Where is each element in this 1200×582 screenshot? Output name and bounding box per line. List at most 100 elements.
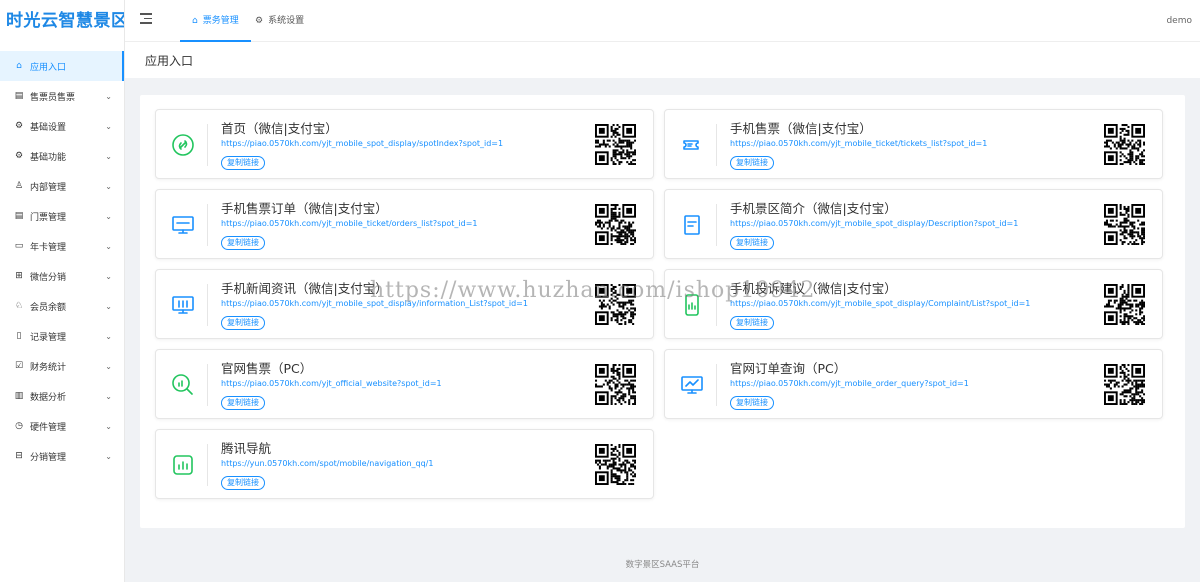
chevron-down-icon: ⌄ — [105, 151, 112, 161]
app-logo: 时光云智慧景区 — [6, 11, 124, 31]
page-header: 应用入口 — [125, 42, 1200, 78]
copy-link-button[interactable]: 复制链接 — [730, 396, 774, 410]
app-entry-card: 手机新闻资讯（微信|支付宝） https://piao.0570kh.com/y… — [155, 269, 654, 339]
card-url[interactable]: https://piao.0570kh.com/yjt_mobile_ticke… — [730, 139, 987, 148]
sidebar-item-label: 内部管理 — [30, 182, 67, 193]
sidebar-item-9[interactable]: ▯ 记录管理 ⌄ — [0, 321, 124, 351]
copy-link-button[interactable]: 复制链接 — [221, 156, 265, 170]
card-title: 首页（微信|支付宝） — [221, 121, 338, 136]
card-title: 官网订单查询（PC） — [730, 361, 847, 376]
sidebar-item-label: 数据分析 — [30, 392, 67, 403]
copy-link-button[interactable]: 复制链接 — [221, 316, 265, 330]
link-icon — [170, 132, 196, 158]
app-entry-card: 官网售票（PC） https://piao.0570kh.com/yjt_off… — [155, 349, 654, 419]
card-url[interactable]: https://piao.0570kh.com/yjt_mobile_spot_… — [730, 219, 1018, 228]
sidebar-menu: ⌂ 应用入口 ▤ 售票员售票 ⌄ ⚙ 基础设置 ⌄ ⚙ 基础功能 ⌄ ♙ 内部管理 ⌄ ▤ 门票管理 ⌄ ▭ 年卡管… — [0, 51, 124, 471]
sidebar-item-12[interactable]: ◷ 硬件管理 ⌄ — [0, 411, 124, 441]
gear-icon: ⚙ — [255, 16, 264, 26]
copy-link-button[interactable]: 复制链接 — [221, 236, 265, 250]
sidebar: 时光云智慧景区 ⌂ 应用入口 ▤ 售票员售票 ⌄ ⚙ 基础设置 ⌄ ⚙ 基础功能 ⌄ ♙ 内部管理 ⌄ ▤ 门… — [0, 0, 125, 582]
document-icon — [679, 212, 705, 238]
users-icon: ♘ — [14, 301, 24, 311]
sidebar-item-3[interactable]: ⚙ 基础功能 ⌄ — [0, 141, 124, 171]
chevron-down-icon: ⌄ — [105, 301, 112, 311]
chevron-down-icon: ⌄ — [105, 331, 112, 341]
sidebar-item-2[interactable]: ⚙ 基础设置 ⌄ — [0, 111, 124, 141]
search-chart-icon — [170, 372, 196, 398]
tab-system-settings[interactable]: ⚙ 系统设置 — [253, 0, 306, 42]
divider — [716, 364, 717, 406]
sidebar-item-8[interactable]: ♘ 会员余额 ⌄ — [0, 291, 124, 321]
sidebar-item-10[interactable]: ☑ 财务统计 ⌄ — [0, 351, 124, 381]
network-icon: ⊞ — [15, 271, 23, 281]
sitemap-icon: ⊟ — [15, 451, 23, 461]
qr-code-icon — [1104, 364, 1146, 406]
app-entry-card: 手机投诉建议（微信|支付宝） https://piao.0570kh.com/y… — [664, 269, 1163, 339]
card-icon: ▭ — [14, 241, 24, 251]
sidebar-item-6[interactable]: ▭ 年卡管理 ⌄ — [0, 231, 124, 261]
ticket-icon — [679, 132, 705, 158]
card-url[interactable]: https://piao.0570kh.com/yjt_mobile_spot_… — [730, 299, 1030, 308]
chevron-down-icon: ⌄ — [105, 391, 112, 401]
chevron-down-icon: ⌄ — [105, 91, 112, 101]
sidebar-item-7[interactable]: ⊞ 微信分销 ⌄ — [0, 261, 124, 291]
document-icon: ▯ — [16, 331, 22, 341]
copy-link-button[interactable]: 复制链接 — [221, 396, 265, 410]
sidebar-item-label: 微信分销 — [30, 272, 67, 283]
sidebar-item-label: 会员余额 — [30, 302, 67, 313]
ticket-icon: ▤ — [14, 211, 24, 221]
card-url[interactable]: https://piao.0570kh.com/yjt_mobile_spot_… — [221, 139, 503, 148]
home-icon: ⌂ — [16, 61, 22, 71]
monitor-icon — [170, 212, 196, 238]
user-icon: ♙ — [14, 181, 24, 191]
card-url[interactable]: https://piao.0570kh.com/yjt_mobile_spot_… — [221, 299, 528, 308]
copy-link-button[interactable]: 复制链接 — [730, 236, 774, 250]
monitor-chart-icon — [170, 292, 196, 318]
qr-code-icon — [595, 204, 637, 246]
copy-link-button[interactable]: 复制链接 — [730, 156, 774, 170]
app-entry-card: 手机景区简介（微信|支付宝） https://piao.0570kh.com/y… — [664, 189, 1163, 259]
card-title: 手机新闻资讯（微信|支付宝） — [221, 281, 388, 296]
check-square-icon: ☑ — [14, 361, 24, 371]
sidebar-item-label: 财务统计 — [30, 362, 67, 373]
copy-link-button[interactable]: 复制链接 — [221, 476, 265, 490]
card-url[interactable]: https://piao.0570kh.com/yjt_mobile_ticke… — [221, 219, 478, 228]
footer-text: 数字景区SAAS平台 — [625, 560, 700, 570]
gear-icon: ⚙ — [14, 151, 24, 161]
divider — [716, 284, 717, 326]
tab-ticket-management[interactable]: ⌂ 票务管理 — [180, 0, 251, 42]
card-url[interactable]: https://piao.0570kh.com/yjt_mobile_order… — [730, 379, 969, 388]
sidebar-item-label: 基础设置 — [30, 122, 67, 133]
sidebar-item-4[interactable]: ♙ 内部管理 ⌄ — [0, 171, 124, 201]
sidebar-item-label: 应用入口 — [30, 62, 67, 73]
divider — [207, 204, 208, 246]
copy-link-button[interactable]: 复制链接 — [730, 316, 774, 330]
clock-icon: ◷ — [15, 421, 23, 431]
card-title: 手机投诉建议（微信|支付宝） — [730, 281, 897, 296]
divider — [207, 284, 208, 326]
card-title: 手机售票（微信|支付宝） — [730, 121, 872, 136]
sidebar-item-13[interactable]: ⊟ 分销管理 ⌄ — [0, 441, 124, 471]
user-name[interactable]: demo — [1166, 0, 1192, 42]
app-entry-panel: 首页（微信|支付宝） https://piao.0570kh.com/yjt_m… — [140, 95, 1185, 528]
gear-icon: ⚙ — [14, 121, 24, 131]
chevron-down-icon: ⌄ — [105, 121, 112, 131]
page-title: 应用入口 — [145, 54, 194, 68]
chevron-down-icon: ⌄ — [105, 211, 112, 221]
app-entry-card: 手机售票（微信|支付宝） https://piao.0570kh.com/yjt… — [664, 109, 1163, 179]
ticket-icon: ▤ — [14, 91, 24, 101]
card-url[interactable]: https://yun.0570kh.com/spot/mobile/navig… — [221, 459, 433, 468]
sidebar-item-11[interactable]: ▥ 数据分析 ⌄ — [0, 381, 124, 411]
top-header: ⌂ 票务管理 ⚙ 系统设置 demo — [125, 0, 1200, 42]
sidebar-item-1[interactable]: ▤ 售票员售票 ⌄ — [0, 81, 124, 111]
app-entry-card: 首页（微信|支付宝） https://piao.0570kh.com/yjt_m… — [155, 109, 654, 179]
sidebar-item-0[interactable]: ⌂ 应用入口 — [0, 51, 124, 81]
menu-toggle-icon[interactable] — [140, 13, 152, 24]
sidebar-item-5[interactable]: ▤ 门票管理 ⌄ — [0, 201, 124, 231]
sidebar-item-label: 分销管理 — [30, 452, 67, 463]
sidebar-item-label: 年卡管理 — [30, 242, 67, 253]
card-url[interactable]: https://piao.0570kh.com/yjt_official_web… — [221, 379, 442, 388]
divider — [207, 364, 208, 406]
divider — [716, 204, 717, 246]
qr-code-icon — [1104, 204, 1146, 246]
